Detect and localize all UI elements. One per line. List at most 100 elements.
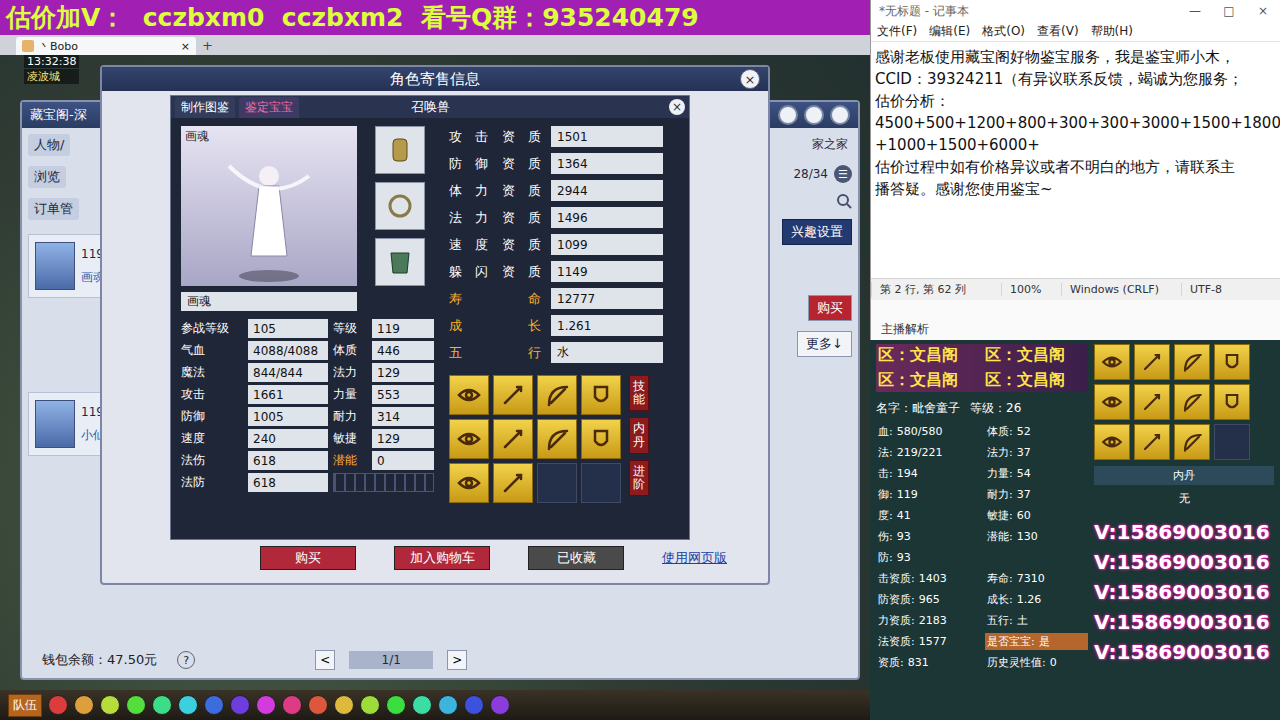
stat-value: 240 [248,429,328,448]
skill-slot[interactable] [1134,344,1170,380]
menu-item[interactable]: 格式(O) [982,23,1025,40]
tool-icon[interactable] [100,695,120,715]
tool-icon[interactable] [152,695,172,715]
dialog-button[interactable]: 购买 [260,546,356,570]
skill-slot[interactable] [581,419,621,459]
tool-icon[interactable] [74,695,94,715]
side-tab[interactable]: 技能 [629,375,649,411]
skill-slot[interactable] [449,419,489,459]
tab-lead: 丶Bobo [22,39,78,54]
skill-slot[interactable] [1094,344,1130,380]
menu-item[interactable]: 帮助(H) [1091,23,1133,40]
skill-slot[interactable] [1214,384,1250,420]
equip-slot[interactable] [375,238,425,286]
next-button[interactable]: > [447,650,467,670]
equip-slot[interactable] [375,182,425,230]
stat-label: 魔法 [181,363,243,382]
tool-icon[interactable] [48,695,68,715]
skill-icon [1218,388,1246,416]
tool-icon[interactable] [178,695,198,715]
settings-icon[interactable] [804,105,824,125]
window-control[interactable]: □ [1212,0,1246,22]
nav-item[interactable]: 订单管 [28,198,79,220]
tab-add[interactable]: + [202,38,213,55]
tool-icon[interactable] [308,695,328,715]
stat-value: 618 [248,451,328,470]
page-count: 28/34☰ [793,165,852,183]
aptitude-label: 速度资质 [449,236,541,254]
dialog-button[interactable]: 已收藏 [528,546,624,570]
team-button[interactable]: 队伍 [8,694,42,717]
skill-slot[interactable] [1174,384,1210,420]
prev-button[interactable]: < [315,650,335,670]
tool-icon[interactable] [204,695,224,715]
tool-icon[interactable] [386,695,406,715]
side-tab[interactable]: 进阶 [629,460,649,496]
client-tab[interactable]: 丶Bobo × [16,37,196,55]
skill-slot[interactable] [1214,344,1250,380]
tool-icon[interactable] [464,695,484,715]
buy-button[interactable]: 购买 [808,295,852,321]
tool-icon[interactable] [230,695,250,715]
side-tab[interactable]: 内丹 [629,417,649,453]
pet-name-field[interactable]: 画魂 [181,292,357,311]
skill-slot[interactable] [537,375,577,415]
dialog-button[interactable]: 加入购物车 [394,546,490,570]
help-button[interactable]: ? [177,651,195,669]
tool-icon[interactable] [360,695,380,715]
tool-icon[interactable] [126,695,146,715]
skill-slot[interactable] [1094,384,1130,420]
window-control[interactable]: — [1178,0,1212,22]
skill-slot[interactable] [537,419,577,459]
aptitude-label: 防御资质 [449,155,541,173]
tool-icon[interactable] [438,695,458,715]
skill-slot[interactable] [493,419,533,459]
close-icon[interactable] [830,105,850,125]
page-menu[interactable]: ☰ [834,165,852,183]
more-button[interactable]: 更多↓ [797,331,852,357]
window-control[interactable]: × [1246,0,1280,22]
skill-slot[interactable] [581,463,621,503]
interest-button[interactable]: 兴趣设置 [782,219,852,245]
skill-slot[interactable] [493,463,533,503]
pet-tab[interactable]: 鉴定宝宝 [239,97,299,118]
tool-icon[interactable] [282,695,302,715]
equip-slot[interactable] [375,126,425,174]
skill-slot[interactable] [1134,424,1170,460]
skill-slot[interactable] [1214,424,1250,460]
tool-icon[interactable] [334,695,354,715]
stat-label: 等级 [333,319,367,338]
skill-slot[interactable] [449,463,489,503]
menu-item[interactable]: 编辑(E) [929,23,970,40]
stat-value: 1005 [248,407,328,426]
skill-slot[interactable] [1174,344,1210,380]
nav-item[interactable]: 浏览 [28,166,66,188]
search-icon[interactable] [836,193,852,209]
ring-icon [385,191,415,221]
pet-tab[interactable]: 制作图鉴 [175,97,235,118]
minimize-icon[interactable] [778,105,798,125]
skill-slot[interactable] [1174,424,1210,460]
skill-slot[interactable] [493,375,533,415]
menu-item[interactable]: 文件(F) [877,23,917,40]
pet-close[interactable]: × [669,99,685,115]
skill-slot[interactable] [1094,424,1130,460]
tool-icon[interactable] [412,695,432,715]
tab-close[interactable]: × [181,40,190,53]
menu-item[interactable]: 查看(V) [1037,23,1079,40]
server-tag: 区：文昌阁 [983,344,1088,367]
skill-slot[interactable] [537,463,577,503]
nav-item[interactable]: 人物/ [28,134,70,156]
web-link[interactable]: 使用网页版 [662,549,727,567]
notepad-text[interactable]: 感谢老板使用藏宝阁好物鉴宝服务，我是鉴宝师小木，CCID：39324211（有异… [871,42,1280,278]
tool-icon[interactable] [490,695,510,715]
contact-line: V:15869003016 [1094,550,1274,574]
reference-stat: 度:41 [876,507,979,524]
reference-aptitude: 成长:1.26 [985,591,1088,608]
tool-icon[interactable] [256,695,276,715]
status-bar: 第 2 行, 第 62 列100%Windows (CRLF)UTF-8 [871,278,1280,300]
skill-slot[interactable] [581,375,621,415]
skill-slot[interactable] [449,375,489,415]
skill-slot[interactable] [1134,384,1170,420]
dialog-close[interactable]: × [740,69,760,89]
